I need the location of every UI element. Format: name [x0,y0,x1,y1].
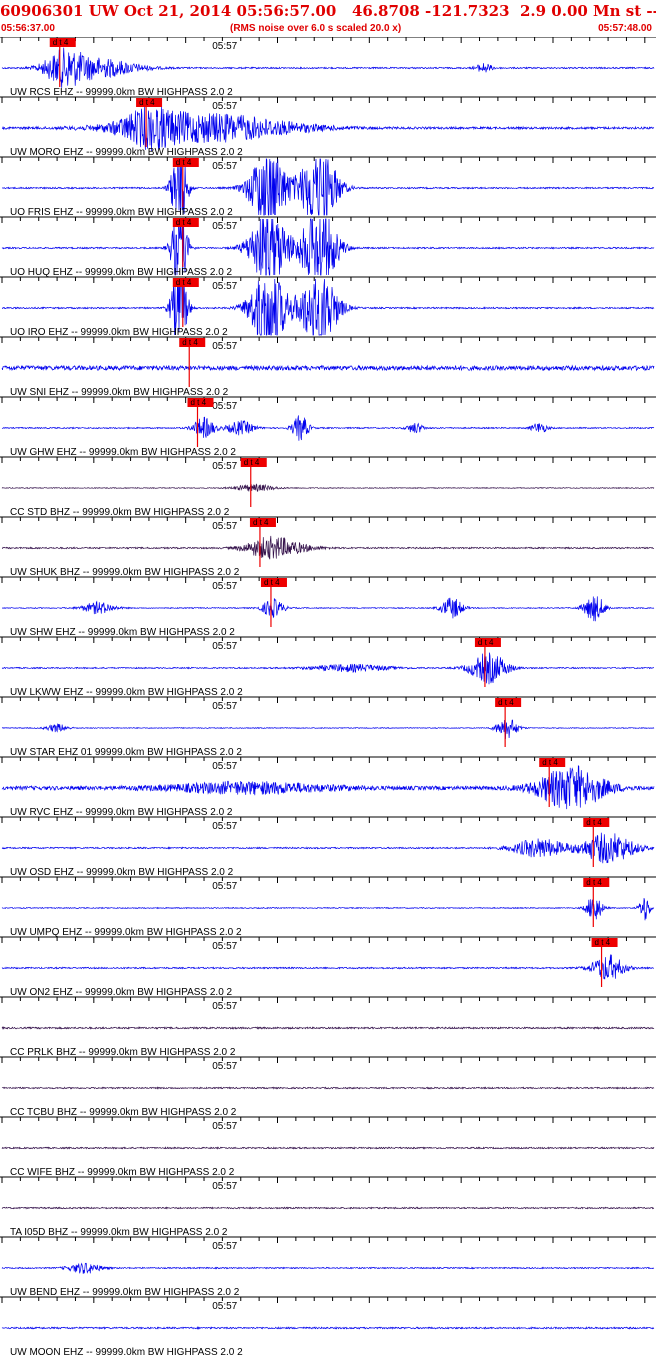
waveform-trace [1,1262,655,1274]
station-label: UW UMPQ EHZ -- 99999.0km BW HIGHPASS 2.0… [10,927,242,938]
time-mark-label: 05:57 [212,1301,237,1312]
station-label: UW MOON EHZ -- 99999.0km BW HIGHPASS 2.0… [10,1347,243,1358]
station-label: UO FRIS EHZ -- 99999.0km BW HIGHPASS 2.0… [10,207,233,218]
time-mark-label: 05:57 [212,1001,237,1012]
time-mark-label: 05:57 [212,581,237,592]
time-mark-label: 05:57 [212,1241,237,1252]
time-mark-label: 05:57 [212,941,237,952]
station-label: UO IRO EHZ -- 99999.0km BW HIGHPASS 2.0 … [10,327,228,338]
time-mark-label: 05:57 [212,1061,237,1072]
station-label: UW BEND EHZ -- 99999.0km BW HIGHPASS 2.0… [10,1287,240,1298]
waveform-trace [1,832,655,864]
pick-label: d t 4 [53,38,69,47]
start-time-label: 05:56:37.00 [1,23,55,34]
station-label: UW MORO EHZ -- 99999.0km BW HIGHPASS 2.0… [10,147,243,158]
time-mark-label: 05:57 [212,701,237,712]
station-label: CC PRLK BHZ -- 99999.0km BW HIGHPASS 2.0… [10,1047,236,1058]
station-label: UW SNI EHZ -- 99999.0km BW HIGHPASS 2.0 … [10,387,229,398]
pick-label: d t 4 [253,518,269,527]
waveform-trace [1,1086,655,1090]
station-label: TA I05D BHZ -- 99999.0km BW HIGHPASS 2.0… [10,1227,228,1238]
time-mark-label: 05:57 [212,521,237,532]
rms-noise-note: (RMS noise over 6.0 s scaled 20.0 x) [230,23,402,34]
time-mark-label: 05:57 [212,641,237,652]
pick-label: d t 4 [176,278,192,287]
station-label: UW OSD EHZ -- 99999.0km BW HIGHPASS 2.0 … [10,867,234,878]
end-time-label: 05:57:48.00 [598,23,652,34]
pick-label: d t 4 [498,698,514,707]
waveform-trace [1,719,655,740]
station-label: UW GHW EHZ -- 99999.0km BW HIGHPASS 2.0 … [10,447,236,458]
waveform-trace [1,765,655,810]
time-mark-label: 05:57 [212,41,237,52]
time-mark-label: 05:57 [212,761,237,772]
waveform-trace [1,652,654,685]
time-mark-label: 05:57 [212,221,237,232]
waveform-trace [2,596,655,622]
waveform-trace [1,483,655,492]
station-label: CC STD BHZ -- 99999.0km BW HIGHPASS 2.0 … [10,507,230,518]
pick-label: d t 4 [595,938,611,947]
station-label: CC WIFE BHZ -- 99999.0km BW HIGHPASS 2.0… [10,1167,235,1178]
pick-label: d t 4 [176,158,192,167]
seismogram-plot: 05:57d t 4UW RCS EHZ -- 99999.0km BW HIG… [0,37,656,1358]
station-label: UW RCS EHZ -- 99999.0km BW HIGHPASS 2.0 … [10,87,233,98]
waveform-trace [1,898,655,921]
station-label: UW STAR EHZ 01 99999.0km BW HIGHPASS 2.0… [10,747,242,758]
time-mark-label: 05:57 [212,341,237,352]
pick-label: d t 4 [182,338,198,347]
time-mark-label: 05:57 [212,161,237,172]
time-mark-label: 05:57 [212,461,237,472]
time-mark-label: 05:57 [212,281,237,292]
pick-label: d t 4 [190,398,206,407]
waveform-trace [1,1026,655,1030]
waveform-trace [1,1326,655,1330]
station-label: UW RVC EHZ -- 99999.0km BW HIGHPASS 2.0 … [10,807,233,818]
time-mark-label: 05:57 [212,401,237,412]
pick-label: d t 4 [478,638,494,647]
waveform-trace [1,1206,655,1210]
pick-label: d t 4 [139,98,155,107]
waveform-trace [1,364,655,372]
time-mark-label: 05:57 [212,101,237,112]
pick-label: d t 4 [244,458,260,467]
waveform-trace [1,1146,655,1150]
pick-label: d t 4 [586,878,602,887]
station-label: CC TCBU BHZ -- 99999.0km BW HIGHPASS 2.0… [10,1107,237,1118]
station-label: UW SHUK BHZ -- 99999.0km BW HIGHPASS 2.0… [10,567,240,578]
waveform-trace [1,47,655,88]
pick-label: d t 4 [542,758,558,767]
waveform-trace [1,954,655,980]
station-label: UW LKWW EHZ -- 99999.0km BW HIGHPASS 2.0… [10,687,243,698]
waveform-trace [1,415,655,441]
time-mark-label: 05:57 [212,881,237,892]
time-mark-label: 05:57 [212,1121,237,1132]
pick-label: d t 4 [586,818,602,827]
station-label: UW SHW EHZ -- 99999.0km BW HIGHPASS 2.0 … [10,627,235,638]
waveform-trace [1,535,655,560]
waveform-trace [1,106,655,152]
station-label: UO HUQ EHZ -- 99999.0km BW HIGHPASS 2.0 … [10,267,233,278]
time-mark-label: 05:57 [212,821,237,832]
pick-label: d t 4 [176,218,192,227]
pick-label: d t 4 [264,578,280,587]
station-label: UW ON2 EHZ -- 99999.0km BW HIGHPASS 2.0 … [10,987,233,998]
time-mark-label: 05:57 [212,1181,237,1192]
event-header-title: 60906301 UW Oct 21, 2014 05:56:57.00 46.… [0,2,656,20]
